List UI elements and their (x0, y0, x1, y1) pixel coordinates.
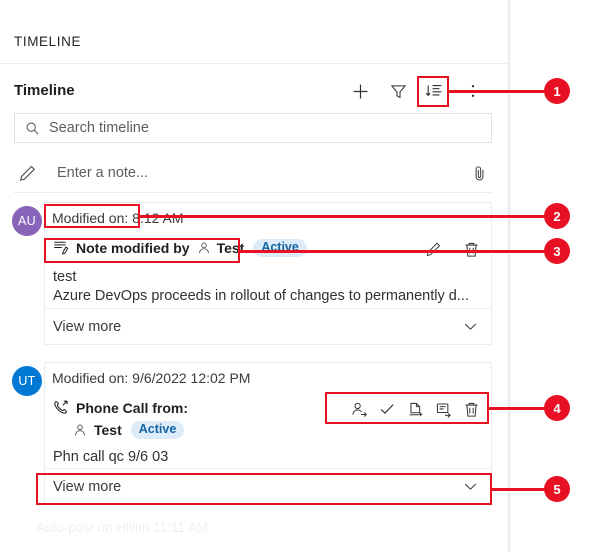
edit-icon[interactable] (419, 236, 447, 262)
note-icon (52, 239, 69, 256)
record-body-line1: Phn call qc 9/6 03 (53, 449, 169, 465)
record-body-line1: test (53, 269, 77, 285)
person-icon (73, 423, 87, 437)
page-title: TIMELINE (14, 34, 82, 49)
view-more-button[interactable]: View more (45, 468, 491, 504)
chevron-down-icon (462, 318, 479, 335)
callout-badge-5: 5 (544, 476, 570, 502)
note-placeholder: Enter a note... (57, 165, 149, 181)
avatar: AU (12, 206, 42, 236)
record-subject-text: Note modified by (76, 239, 190, 256)
view-more-button[interactable]: View more (45, 308, 491, 344)
callout-line-4 (489, 407, 545, 410)
callout-line-1 (449, 90, 545, 93)
add-document-icon[interactable] (401, 396, 429, 422)
record-subject: Phone Call from: (52, 399, 188, 416)
timeline-card[interactable]: Modified on: 9/6/2022 12:02 PM Phone Cal… (44, 362, 492, 505)
record-person-row: Test Active (73, 421, 185, 439)
modified-timestamp: Modified on: 8:12 AM (52, 210, 184, 226)
paperclip-icon[interactable] (471, 165, 488, 182)
callout-line-5 (492, 488, 545, 491)
timeline-section-label: Timeline (14, 82, 75, 99)
record-subject-text: Phone Call from: (76, 399, 189, 416)
timeline-panel: TIMELINE Timeline Search timeline Enter … (0, 0, 509, 552)
delete-icon[interactable] (457, 396, 485, 422)
note-entry-row[interactable]: Enter a note... (14, 154, 492, 193)
assign-icon[interactable] (345, 396, 373, 422)
callout-line-3 (240, 250, 545, 253)
record-body-line2: Azure DevOps proceeds in rollout of chan… (53, 288, 469, 304)
header-divider (0, 63, 508, 64)
callout-line-2 (140, 215, 545, 218)
search-placeholder: Search timeline (49, 120, 149, 136)
convert-icon[interactable] (429, 396, 457, 422)
record-actions (419, 236, 485, 262)
callout-badge-1: 1 (544, 78, 570, 104)
status-badge: Active (253, 239, 307, 257)
view-more-label: View more (53, 478, 122, 495)
phone-call-icon (52, 399, 69, 416)
person-name[interactable]: Test (94, 422, 122, 438)
sort-icon[interactable] (419, 76, 449, 106)
record-subject: Note modified by Test Active (52, 239, 307, 257)
pencil-icon (18, 164, 37, 183)
timeline-card[interactable]: Modified on: 8:12 AM Note modified by Te… (44, 202, 492, 345)
record-actions (345, 396, 485, 422)
callout-badge-4: 4 (544, 395, 570, 421)
chevron-down-icon (462, 478, 479, 495)
partial-timeline-row: Auto-post on Hillim 11:11 AM (36, 520, 209, 535)
avatar: UT (12, 366, 42, 396)
callout-badge-3: 3 (544, 238, 570, 264)
modified-timestamp: Modified on: 9/6/2022 12:02 PM (52, 370, 251, 386)
search-icon (25, 121, 40, 136)
delete-icon[interactable] (457, 236, 485, 262)
panel-edge (508, 0, 511, 552)
view-more-label: View more (53, 318, 122, 335)
person-name[interactable]: Test (217, 240, 245, 256)
status-badge: Active (130, 421, 185, 439)
search-input[interactable]: Search timeline (14, 113, 492, 143)
person-icon (197, 241, 211, 255)
add-timeline-record-button[interactable] (345, 76, 375, 106)
callout-badge-2: 2 (544, 203, 570, 229)
filter-icon[interactable] (383, 76, 413, 106)
check-icon[interactable] (373, 396, 401, 422)
